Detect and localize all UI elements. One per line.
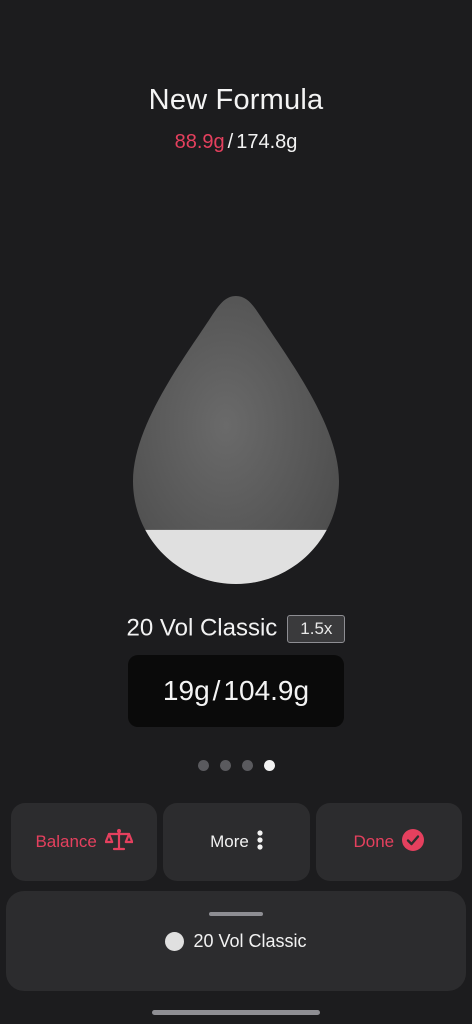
formula-weight-summary: 88.9g/174.8g <box>0 131 472 154</box>
product-header: 20 Vol Classic 1.5x <box>0 614 472 643</box>
page-dot[interactable] <box>197 760 209 771</box>
weight-separator: / <box>227 131 234 153</box>
page-dot[interactable] <box>263 760 275 771</box>
done-button[interactable]: Done <box>315 803 462 881</box>
product-name: 20 Vol Classic <box>126 614 278 642</box>
sheet-product-item[interactable]: 20 Vol Classic <box>6 931 466 952</box>
drop-fill-indicator <box>133 295 339 585</box>
done-label: Done <box>353 832 395 851</box>
formula-title: New Formula <box>148 84 324 116</box>
balance-button[interactable]: Balance <box>11 803 158 881</box>
multiplier-badge[interactable]: 1.5x <box>287 614 346 643</box>
product-bottom-sheet[interactable]: 20 Vol Classic <box>6 891 466 991</box>
color-swatch-icon <box>165 932 185 951</box>
vertical-ellipsis-icon <box>257 829 263 855</box>
current-weight: 88.9g <box>174 131 225 153</box>
balance-label: Balance <box>35 832 97 851</box>
page-dot[interactable] <box>219 760 231 771</box>
check-circle-icon <box>402 828 425 856</box>
page-dot[interactable] <box>241 760 253 771</box>
drop-fill-level <box>133 529 339 584</box>
total-weight: 174.8g <box>236 131 298 153</box>
scale-icon <box>104 828 134 857</box>
page-indicator <box>0 760 472 771</box>
product-amount-display[interactable]: 19g/104.9g <box>128 655 344 727</box>
amount-separator: / <box>212 675 221 706</box>
sheet-drag-handle[interactable] <box>209 912 263 916</box>
action-bar: Balance More Done <box>11 803 462 881</box>
amount-current: 19g <box>162 675 210 706</box>
more-label: More <box>210 832 249 851</box>
amount-total: 104.9g <box>223 675 310 706</box>
more-button[interactable]: More <box>163 803 310 881</box>
sheet-product-label: 20 Vol Classic <box>193 931 307 951</box>
home-indicator[interactable] <box>152 1010 320 1015</box>
